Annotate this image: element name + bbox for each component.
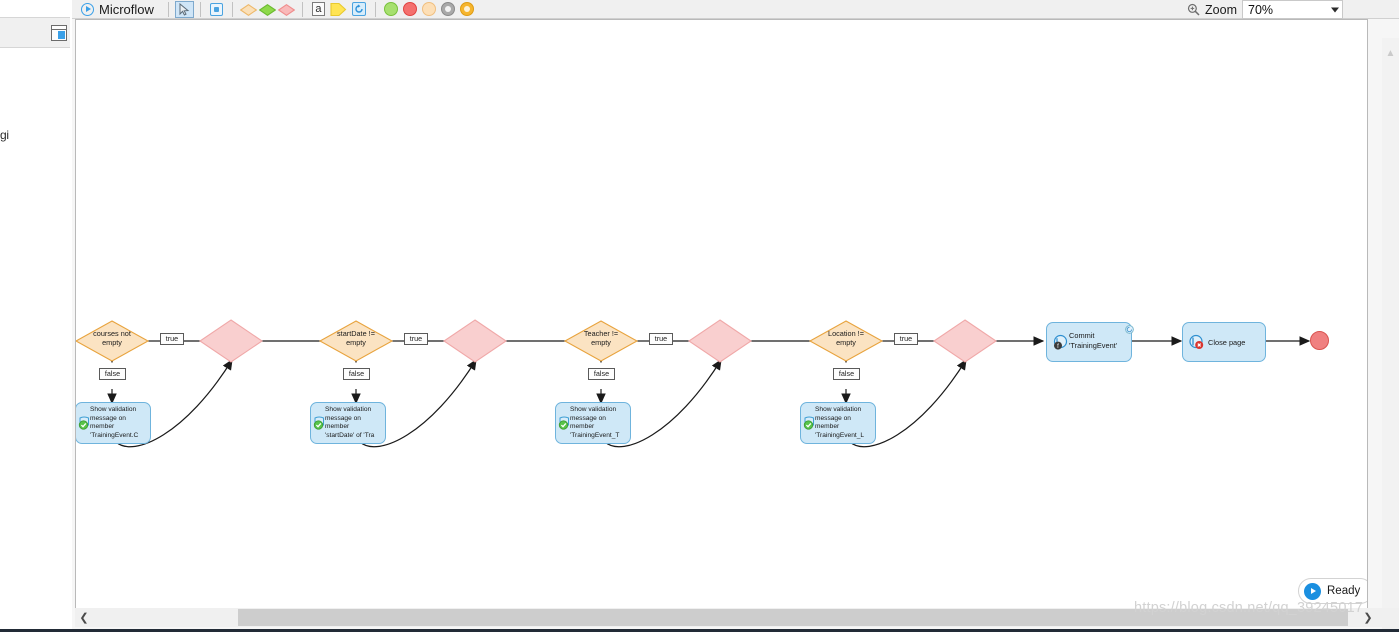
decision-tool-button[interactable] bbox=[239, 1, 258, 18]
letter-a-icon: a bbox=[311, 2, 325, 16]
activity-show-validation-2[interactable]: Show validation message on member 'start… bbox=[310, 402, 386, 444]
decision-label: startDate != empty bbox=[337, 329, 375, 348]
activity-show-validation-4[interactable]: Show validation message on member 'Train… bbox=[800, 402, 876, 444]
end-event-red-circle[interactable] bbox=[1310, 331, 1329, 350]
canvas-area: courses not empty startDate != empty Tea… bbox=[72, 19, 1399, 632]
green-circle-icon bbox=[384, 2, 399, 16]
flow-label-false-2: false bbox=[343, 368, 370, 380]
status-badge-ready[interactable]: Ready bbox=[1298, 578, 1367, 604]
magnifier-icon bbox=[1187, 3, 1200, 16]
commit-object-icon: f bbox=[1052, 334, 1069, 351]
left-panel-strip: gi bbox=[0, 0, 72, 632]
orange-diamond-icon bbox=[240, 3, 258, 16]
toolbar-separator-2 bbox=[199, 1, 201, 17]
tab-label: Microflow bbox=[99, 1, 154, 17]
chevron-down-icon[interactable] bbox=[1331, 7, 1339, 12]
toolbar-separator-5 bbox=[374, 1, 376, 17]
decision-teacher-not-empty[interactable]: Teacher != empty bbox=[567, 329, 635, 348]
start-event-tool-button[interactable] bbox=[382, 1, 401, 18]
run-ready-icon bbox=[1304, 582, 1321, 600]
scroll-thumb[interactable] bbox=[238, 609, 1348, 626]
error-event-tool-button[interactable] bbox=[401, 1, 420, 18]
red-circle-icon bbox=[403, 2, 418, 16]
flow-connectors-layer bbox=[76, 319, 1311, 448]
break-event-tool-button[interactable] bbox=[439, 1, 458, 18]
editor-toolbar: Microflow a Zoom 70% bbox=[72, 0, 1399, 19]
zoom-label: Zoom bbox=[1205, 2, 1237, 17]
grey-ring-icon bbox=[441, 2, 456, 16]
decision-courses-not-empty[interactable]: courses not empty bbox=[78, 329, 146, 348]
toolbar-separator bbox=[167, 1, 169, 17]
flow-label-false-4: false bbox=[833, 368, 860, 380]
pink-diamond-icon bbox=[278, 3, 296, 16]
tab-microflow[interactable]: Microflow bbox=[72, 2, 154, 17]
toolbar-separator-4 bbox=[301, 1, 303, 17]
zoom-control: Zoom 70% bbox=[1187, 0, 1343, 19]
merge-tool-button[interactable] bbox=[258, 1, 277, 18]
flow-label-true-3: true bbox=[649, 333, 673, 345]
zoom-value: 70% bbox=[1248, 2, 1274, 17]
decision-startdate-not-empty[interactable]: startDate != empty bbox=[322, 329, 390, 348]
arrow-tool-button[interactable] bbox=[328, 1, 350, 18]
microflow-canvas[interactable]: courses not empty startDate != empty Tea… bbox=[75, 19, 1368, 611]
microflow-editor-window: gi Microflow a Zoom 70% courses not empt… bbox=[0, 0, 1399, 632]
flow-label-true-2: true bbox=[404, 333, 428, 345]
decision-label: Location != empty bbox=[828, 329, 864, 348]
activity-commit-trainingevent[interactable]: f Commit 'TrainingEvent' bbox=[1046, 322, 1134, 362]
decision-label: Teacher != empty bbox=[583, 329, 619, 348]
activity-show-validation-1[interactable]: Show validation message on member 'Train… bbox=[76, 402, 151, 444]
close-page-icon bbox=[1188, 334, 1205, 351]
activity-label: Show validation message on member 'start… bbox=[325, 406, 375, 440]
activity-label: Show validation message on member 'Train… bbox=[570, 406, 620, 440]
orange-ring-icon bbox=[460, 2, 475, 16]
loop-refresh-icon bbox=[352, 2, 367, 16]
pointer-tool-button[interactable] bbox=[174, 0, 194, 18]
left-panel-text-fragment: gi bbox=[0, 128, 9, 142]
horizontal-scrollbar[interactable]: ❮ ❯ bbox=[75, 608, 1399, 627]
flow-label-true-1: true bbox=[160, 333, 184, 345]
vertical-scrollbar[interactable]: ▲ ▼ bbox=[1382, 38, 1399, 630]
square-object-icon bbox=[209, 2, 223, 16]
validation-tool-button[interactable] bbox=[277, 1, 296, 18]
activity-label: Show validation message on member 'Train… bbox=[815, 406, 865, 440]
zoom-select[interactable]: 70% bbox=[1242, 0, 1343, 19]
peach-circle-icon bbox=[422, 2, 437, 16]
toolbar-separator-3 bbox=[231, 1, 233, 17]
flow-label-false-3: false bbox=[588, 368, 615, 380]
flow-label-false-1: false bbox=[99, 368, 126, 380]
scroll-right-arrow[interactable]: ❯ bbox=[1359, 608, 1377, 627]
flow-label-true-4: true bbox=[894, 333, 918, 345]
decision-location-not-empty[interactable]: Location != empty bbox=[812, 329, 880, 348]
annotation-tool-button[interactable]: a bbox=[309, 1, 328, 18]
green-diamond-icon bbox=[259, 3, 277, 16]
cursor-arrow-icon bbox=[179, 2, 190, 16]
end-event-tool-button[interactable] bbox=[458, 1, 477, 18]
activity-close-page[interactable]: Close page bbox=[1182, 322, 1266, 362]
activity-label: Close page bbox=[1208, 338, 1246, 347]
activity-show-validation-3[interactable]: Show validation message on member 'Train… bbox=[555, 402, 631, 444]
object-tool-button[interactable] bbox=[207, 1, 226, 18]
scroll-up-arrow[interactable]: ▲ bbox=[1382, 46, 1399, 60]
panel-layout-icon[interactable] bbox=[51, 25, 67, 41]
loop-tool-button[interactable] bbox=[350, 1, 369, 18]
left-panel-top-box bbox=[0, 0, 70, 18]
activity-label: Show validation message on member 'Train… bbox=[90, 406, 139, 440]
decision-label: courses not empty bbox=[93, 329, 131, 348]
yellow-arrow-icon bbox=[330, 2, 347, 17]
scroll-left-arrow[interactable]: ❮ bbox=[75, 608, 93, 627]
microflow-play-icon bbox=[81, 2, 94, 16]
continue-event-tool-button[interactable] bbox=[420, 1, 439, 18]
activity-label: Commit 'TrainingEvent' bbox=[1069, 331, 1118, 350]
status-badge-label: Ready bbox=[1327, 585, 1361, 597]
